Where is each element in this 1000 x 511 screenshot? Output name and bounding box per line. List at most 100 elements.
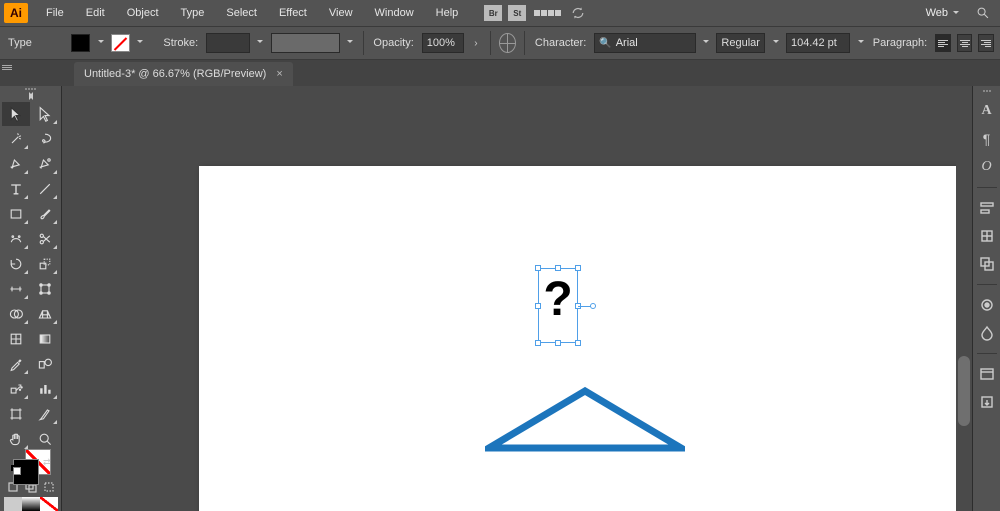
symbol-sprayer-tool[interactable] bbox=[2, 377, 30, 401]
menu-type[interactable]: Type bbox=[171, 3, 215, 23]
selection-tool[interactable] bbox=[2, 102, 30, 126]
magic-wand-tool[interactable] bbox=[2, 127, 30, 151]
gradient-tool[interactable] bbox=[31, 327, 59, 351]
default-fill-stroke-icon[interactable] bbox=[11, 465, 21, 475]
color-none-button[interactable] bbox=[40, 497, 58, 511]
panel-grip[interactable] bbox=[980, 90, 994, 93]
triangle-shape[interactable] bbox=[485, 386, 685, 456]
text-out-port[interactable] bbox=[590, 303, 596, 309]
stock-button[interactable]: St bbox=[508, 5, 526, 21]
paragraph-panel-icon[interactable]: ¶ bbox=[977, 129, 997, 149]
menu-object[interactable]: Object bbox=[117, 3, 169, 23]
paintbrush-tool[interactable] bbox=[31, 202, 59, 226]
zoom-tool[interactable] bbox=[31, 427, 59, 451]
recolor-artwork-button[interactable] bbox=[499, 33, 516, 53]
pathfinder-panel-icon[interactable] bbox=[977, 254, 997, 274]
pen-tool[interactable] bbox=[2, 152, 30, 176]
artboard[interactable] bbox=[199, 166, 969, 511]
font-style-field[interactable]: Regular bbox=[716, 33, 765, 53]
panel-grip[interactable] bbox=[16, 88, 46, 90]
free-transform-tool[interactable] bbox=[31, 277, 59, 301]
document-tab[interactable]: Untitled-3* @ 66.67% (RGB/Preview) × bbox=[74, 62, 293, 86]
stroke-profile-field[interactable] bbox=[271, 33, 340, 53]
swap-fill-stroke-icon[interactable]: ⇄ bbox=[43, 457, 51, 468]
menu-window[interactable]: Window bbox=[365, 3, 424, 23]
rectangle-tool[interactable] bbox=[2, 202, 30, 226]
eyedropper-tool[interactable] bbox=[2, 352, 30, 376]
artboard-tool[interactable] bbox=[2, 402, 30, 426]
selection-handle[interactable] bbox=[535, 303, 541, 309]
opacity-field[interactable]: 100% bbox=[422, 33, 464, 53]
asset-export-panel-icon[interactable] bbox=[977, 392, 997, 412]
align-right-button[interactable] bbox=[978, 34, 994, 52]
scissors-tool[interactable] bbox=[31, 227, 59, 251]
selection-handle[interactable] bbox=[535, 265, 541, 271]
stroke-weight-dropdown[interactable] bbox=[256, 34, 264, 52]
column-graph-tool[interactable] bbox=[31, 377, 59, 401]
stroke-dropdown[interactable] bbox=[136, 34, 144, 52]
selection-handle[interactable] bbox=[575, 340, 581, 346]
workspace-switcher[interactable]: Web bbox=[916, 4, 962, 22]
font-size-field[interactable]: 104.42 pt bbox=[786, 33, 850, 53]
opentype-panel-icon[interactable]: O bbox=[977, 157, 997, 177]
canvas[interactable]: ? bbox=[62, 86, 972, 511]
css-panel-icon[interactable] bbox=[977, 364, 997, 384]
menu-effect[interactable]: Effect bbox=[269, 3, 317, 23]
selection-handle[interactable] bbox=[555, 340, 561, 346]
mesh-tool[interactable] bbox=[2, 327, 30, 351]
character-panel-icon[interactable]: A bbox=[977, 101, 997, 121]
search-button[interactable] bbox=[970, 3, 996, 23]
line-segment-tool[interactable] bbox=[31, 177, 59, 201]
align-center-button[interactable] bbox=[957, 34, 973, 52]
blend-tool[interactable] bbox=[31, 352, 59, 376]
menu-select[interactable]: Select bbox=[216, 3, 267, 23]
color-solid-button[interactable] bbox=[4, 497, 22, 511]
font-family-dropdown[interactable] bbox=[702, 34, 710, 52]
font-style-dropdown[interactable] bbox=[771, 34, 779, 52]
opacity-stepper[interactable]: › bbox=[470, 33, 482, 53]
menu-edit[interactable]: Edit bbox=[76, 3, 115, 23]
symbols-panel-icon[interactable] bbox=[977, 323, 997, 343]
lasso-tool[interactable] bbox=[31, 127, 59, 151]
fill-stroke-proxy[interactable]: ⇄ bbox=[11, 457, 51, 475]
shaper-tool[interactable] bbox=[2, 227, 30, 251]
stroke-weight-field[interactable] bbox=[206, 33, 250, 53]
color-gradient-button[interactable] bbox=[22, 497, 40, 511]
align-left-button[interactable] bbox=[935, 34, 951, 52]
sync-settings-icon[interactable] bbox=[569, 4, 587, 22]
align-panel-icon[interactable] bbox=[977, 198, 997, 218]
direct-selection-tool[interactable] bbox=[31, 102, 59, 126]
type-tool[interactable] bbox=[2, 177, 30, 201]
draw-inside-button[interactable] bbox=[40, 479, 58, 495]
tools-collapse-toggle[interactable] bbox=[25, 92, 37, 100]
stroke-swatch[interactable] bbox=[111, 34, 130, 52]
font-size-dropdown[interactable] bbox=[856, 34, 864, 52]
scrollbar-thumb[interactable] bbox=[958, 356, 970, 426]
hand-tool[interactable] bbox=[2, 427, 30, 451]
menu-view[interactable]: View bbox=[319, 3, 363, 23]
menu-file[interactable]: File bbox=[36, 3, 74, 23]
scale-tool[interactable] bbox=[31, 252, 59, 276]
appearance-panel-icon[interactable] bbox=[977, 295, 997, 315]
vertical-scrollbar[interactable] bbox=[956, 86, 972, 511]
perspective-grid-tool[interactable] bbox=[31, 302, 59, 326]
menu-help[interactable]: Help bbox=[426, 3, 469, 23]
width-tool[interactable] bbox=[2, 277, 30, 301]
bridge-button[interactable]: Br bbox=[484, 5, 502, 21]
slice-tool[interactable] bbox=[31, 402, 59, 426]
fill-swatch[interactable] bbox=[71, 34, 90, 52]
fill-dropdown[interactable] bbox=[96, 34, 104, 52]
selection-handle[interactable] bbox=[535, 340, 541, 346]
panel-drag-handle[interactable] bbox=[2, 64, 12, 76]
selection-handle[interactable] bbox=[575, 265, 581, 271]
selected-text-object[interactable]: ? bbox=[538, 268, 578, 343]
transform-panel-icon[interactable] bbox=[977, 226, 997, 246]
arrange-documents-button[interactable] bbox=[530, 10, 565, 16]
font-family-field[interactable]: 🔍 Arial bbox=[594, 33, 696, 53]
stroke-profile-dropdown[interactable] bbox=[346, 34, 354, 52]
curvature-tool[interactable] bbox=[31, 152, 59, 176]
close-tab-button[interactable]: × bbox=[276, 68, 282, 80]
shape-builder-tool[interactable] bbox=[2, 302, 30, 326]
selection-handle[interactable] bbox=[555, 265, 561, 271]
rotate-tool[interactable] bbox=[2, 252, 30, 276]
